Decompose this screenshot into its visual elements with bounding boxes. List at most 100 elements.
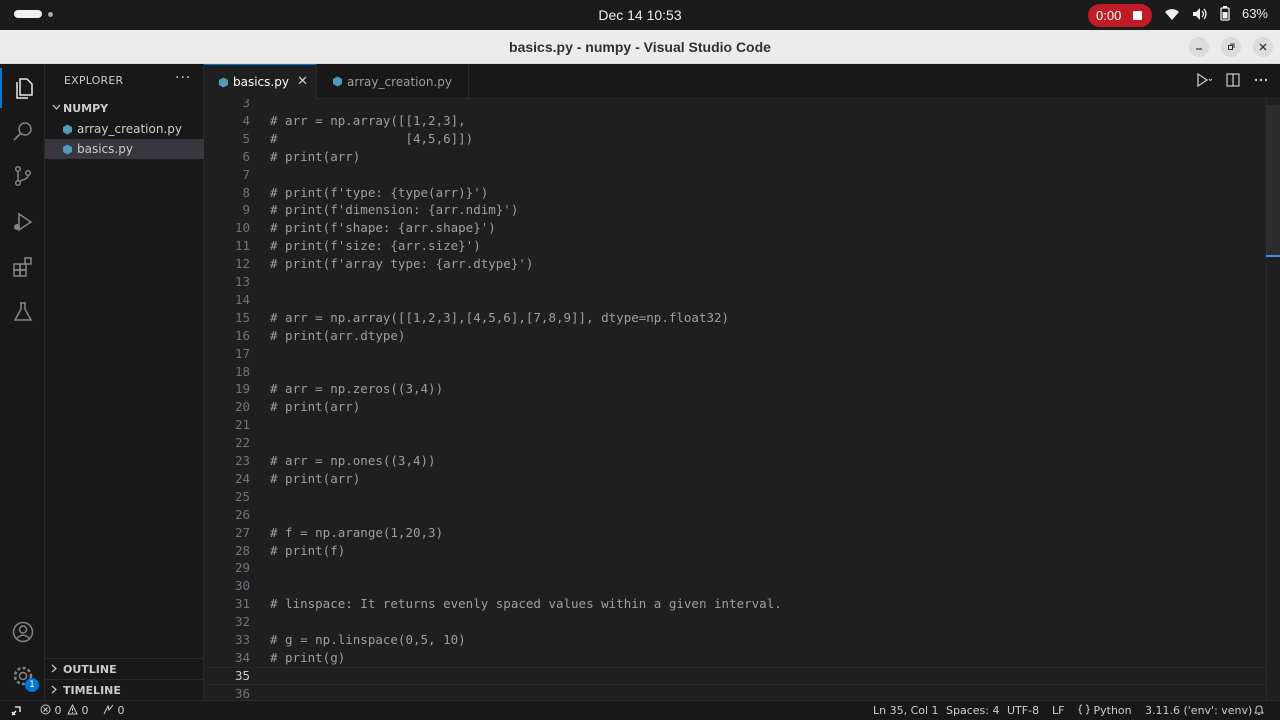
line-number: 16 — [234, 327, 250, 343]
file-array-creation[interactable]: array_creation.py — [45, 119, 204, 139]
battery-icon — [1220, 6, 1230, 21]
code-line[interactable]: # arr = np.array([[1,2,3],[4,5,6],[7,8,9… — [270, 309, 729, 327]
line-number: 19 — [234, 381, 250, 397]
line-number: 26 — [234, 506, 250, 522]
timeline-section[interactable]: TIMELINE — [45, 679, 204, 701]
maximize-button[interactable] — [1221, 37, 1241, 57]
code-line[interactable]: # g = np.linspace(0,5, 10) — [270, 631, 466, 649]
window-title-bar[interactable]: basics.py - numpy - Visual Studio Code — [0, 30, 1280, 64]
indentation[interactable]: Spaces: 4 — [946, 704, 999, 717]
line-number: 25 — [234, 488, 250, 504]
split-editor-icon[interactable] — [1226, 73, 1240, 87]
ports-indicator[interactable]: 0 — [103, 704, 125, 717]
file-basics[interactable]: basics.py — [45, 139, 204, 159]
line-number: 14 — [234, 291, 250, 307]
line-number: 6 — [242, 148, 250, 164]
close-window-button[interactable] — [1253, 37, 1273, 57]
explorer-more-actions[interactable]: ··· — [175, 70, 191, 86]
explorer-header: EXPLORER — [64, 74, 124, 87]
minimize-button[interactable] — [1189, 37, 1209, 57]
workspace-folder[interactable]: NUMPY — [45, 98, 204, 118]
line-number: 15 — [234, 309, 250, 325]
line-number: 33 — [234, 632, 250, 647]
code-line[interactable]: # print(f'dimension: {arr.ndim}') — [270, 201, 518, 219]
line-number: 21 — [234, 417, 250, 433]
code-line[interactable]: # arr = np.ones((3,4)) — [270, 452, 436, 470]
chevron-down-icon — [45, 103, 63, 113]
line-number: 36 — [234, 685, 250, 700]
outline-section[interactable]: OUTLINE — [45, 658, 204, 680]
restore-icon — [1228, 43, 1235, 50]
code-line[interactable]: # print(f'array type: {arr.dtype}') — [270, 255, 533, 273]
window-title: basics.py - numpy - Visual Studio Code — [509, 39, 771, 55]
screen-recording-indicator[interactable]: 0:00 — [1088, 4, 1152, 27]
manage-activity-button[interactable]: 1 — [0, 656, 45, 696]
update-badge: 1 — [25, 678, 39, 692]
code-line[interactable]: # linspace: It returns evenly spaced val… — [270, 595, 782, 613]
code-line[interactable]: # print(f'shape: {arr.shape}') — [270, 219, 496, 237]
stop-icon — [1133, 11, 1143, 20]
cursor-position[interactable]: Ln 35, Col 1 — [873, 704, 939, 717]
code-line[interactable]: # [4,5,6]]) — [270, 130, 473, 148]
python-interpreter[interactable]: 3.11.6 ('env': venv) — [1145, 704, 1252, 717]
end-of-line[interactable]: LF — [1052, 704, 1064, 717]
close-tab-icon[interactable]: ✕ — [297, 74, 308, 89]
editor-tab-bar: basics.py ✕ array_creation.py — [204, 64, 1280, 99]
code-line[interactable]: # print(arr) — [270, 470, 360, 488]
search-icon — [12, 122, 32, 141]
code-editor[interactable]: 3 4 5 6 7 8 9 10 11 12 13 14 15 16 17 18 19 20 21 22 23 24 25 2… — [204, 99, 1280, 700]
run-debug-activity-button[interactable] — [0, 202, 45, 242]
line-number: 9 — [242, 202, 250, 218]
outline-label: OUTLINE — [63, 663, 117, 676]
accounts-activity-button[interactable] — [0, 612, 45, 652]
line-number: 12 — [234, 256, 250, 272]
error-count: 0 — [54, 704, 62, 717]
editor-scrollbar[interactable] — [1266, 99, 1280, 700]
code-line[interactable]: # print(f) — [270, 542, 345, 560]
system-tray[interactable]: 63% — [1164, 6, 1268, 21]
line-number: 11 — [234, 238, 250, 254]
code-line[interactable]: # print(f'size: {arr.size}') — [270, 237, 481, 255]
line-number: 29 — [234, 560, 250, 576]
python-file-icon — [217, 76, 229, 88]
tab-basics[interactable]: basics.py ✕ — [204, 64, 317, 99]
python-file-icon — [61, 143, 73, 155]
line-number: 30 — [234, 578, 250, 594]
run-python-file-icon[interactable] — [1196, 73, 1212, 87]
explorer-activity-button[interactable] — [0, 68, 45, 108]
minimize-icon — [1196, 48, 1202, 50]
status-bar: 0 0 0 Ln 35, Col 1 Spaces: 4 UTF-8 LF Py… — [0, 700, 1280, 720]
code-line[interactable]: # print(arr) — [270, 148, 360, 166]
error-icon — [40, 704, 51, 715]
run-debug-icon — [13, 212, 32, 232]
line-number: 20 — [234, 399, 250, 415]
file-name: basics.py — [77, 142, 133, 156]
scrollbar-thumb[interactable] — [1266, 105, 1280, 255]
code-line[interactable]: # arr = np.zeros((3,4)) — [270, 380, 443, 398]
code-line[interactable]: # arr = np.array([[1,2,3], — [270, 112, 466, 130]
cursor-position-marker — [1266, 255, 1280, 257]
testing-activity-button[interactable] — [0, 292, 45, 332]
account-icon — [12, 621, 33, 643]
remote-indicator[interactable] — [0, 701, 32, 720]
tab-array-creation[interactable]: array_creation.py — [317, 64, 469, 99]
code-line[interactable]: # print(arr.dtype) — [270, 327, 405, 345]
notifications-button[interactable] — [1253, 704, 1265, 719]
search-activity-button[interactable] — [0, 112, 45, 152]
code-line[interactable]: # print(f'type: {type(arr)}') — [270, 184, 488, 202]
editor-actions — [1196, 73, 1268, 87]
source-control-activity-button[interactable] — [0, 156, 45, 196]
more-actions-icon[interactable] — [1254, 78, 1268, 82]
problems-indicator[interactable]: 0 0 — [40, 703, 89, 717]
ports-icon — [103, 704, 114, 715]
extensions-icon — [12, 257, 32, 277]
close-icon — [1259, 43, 1267, 51]
code-line[interactable]: # f = np.arange(1,20,3) — [270, 524, 443, 542]
code-line[interactable]: # print(arr) — [270, 398, 360, 416]
line-number: 17 — [234, 345, 250, 361]
encoding[interactable]: UTF-8 — [1007, 704, 1039, 717]
language-mode[interactable]: Python — [1078, 704, 1132, 717]
extensions-activity-button[interactable] — [0, 247, 45, 287]
explorer-sidebar: EXPLORER ··· NUMPY array_creation.py bas… — [45, 64, 204, 700]
code-line[interactable]: # print(g) — [270, 649, 345, 667]
